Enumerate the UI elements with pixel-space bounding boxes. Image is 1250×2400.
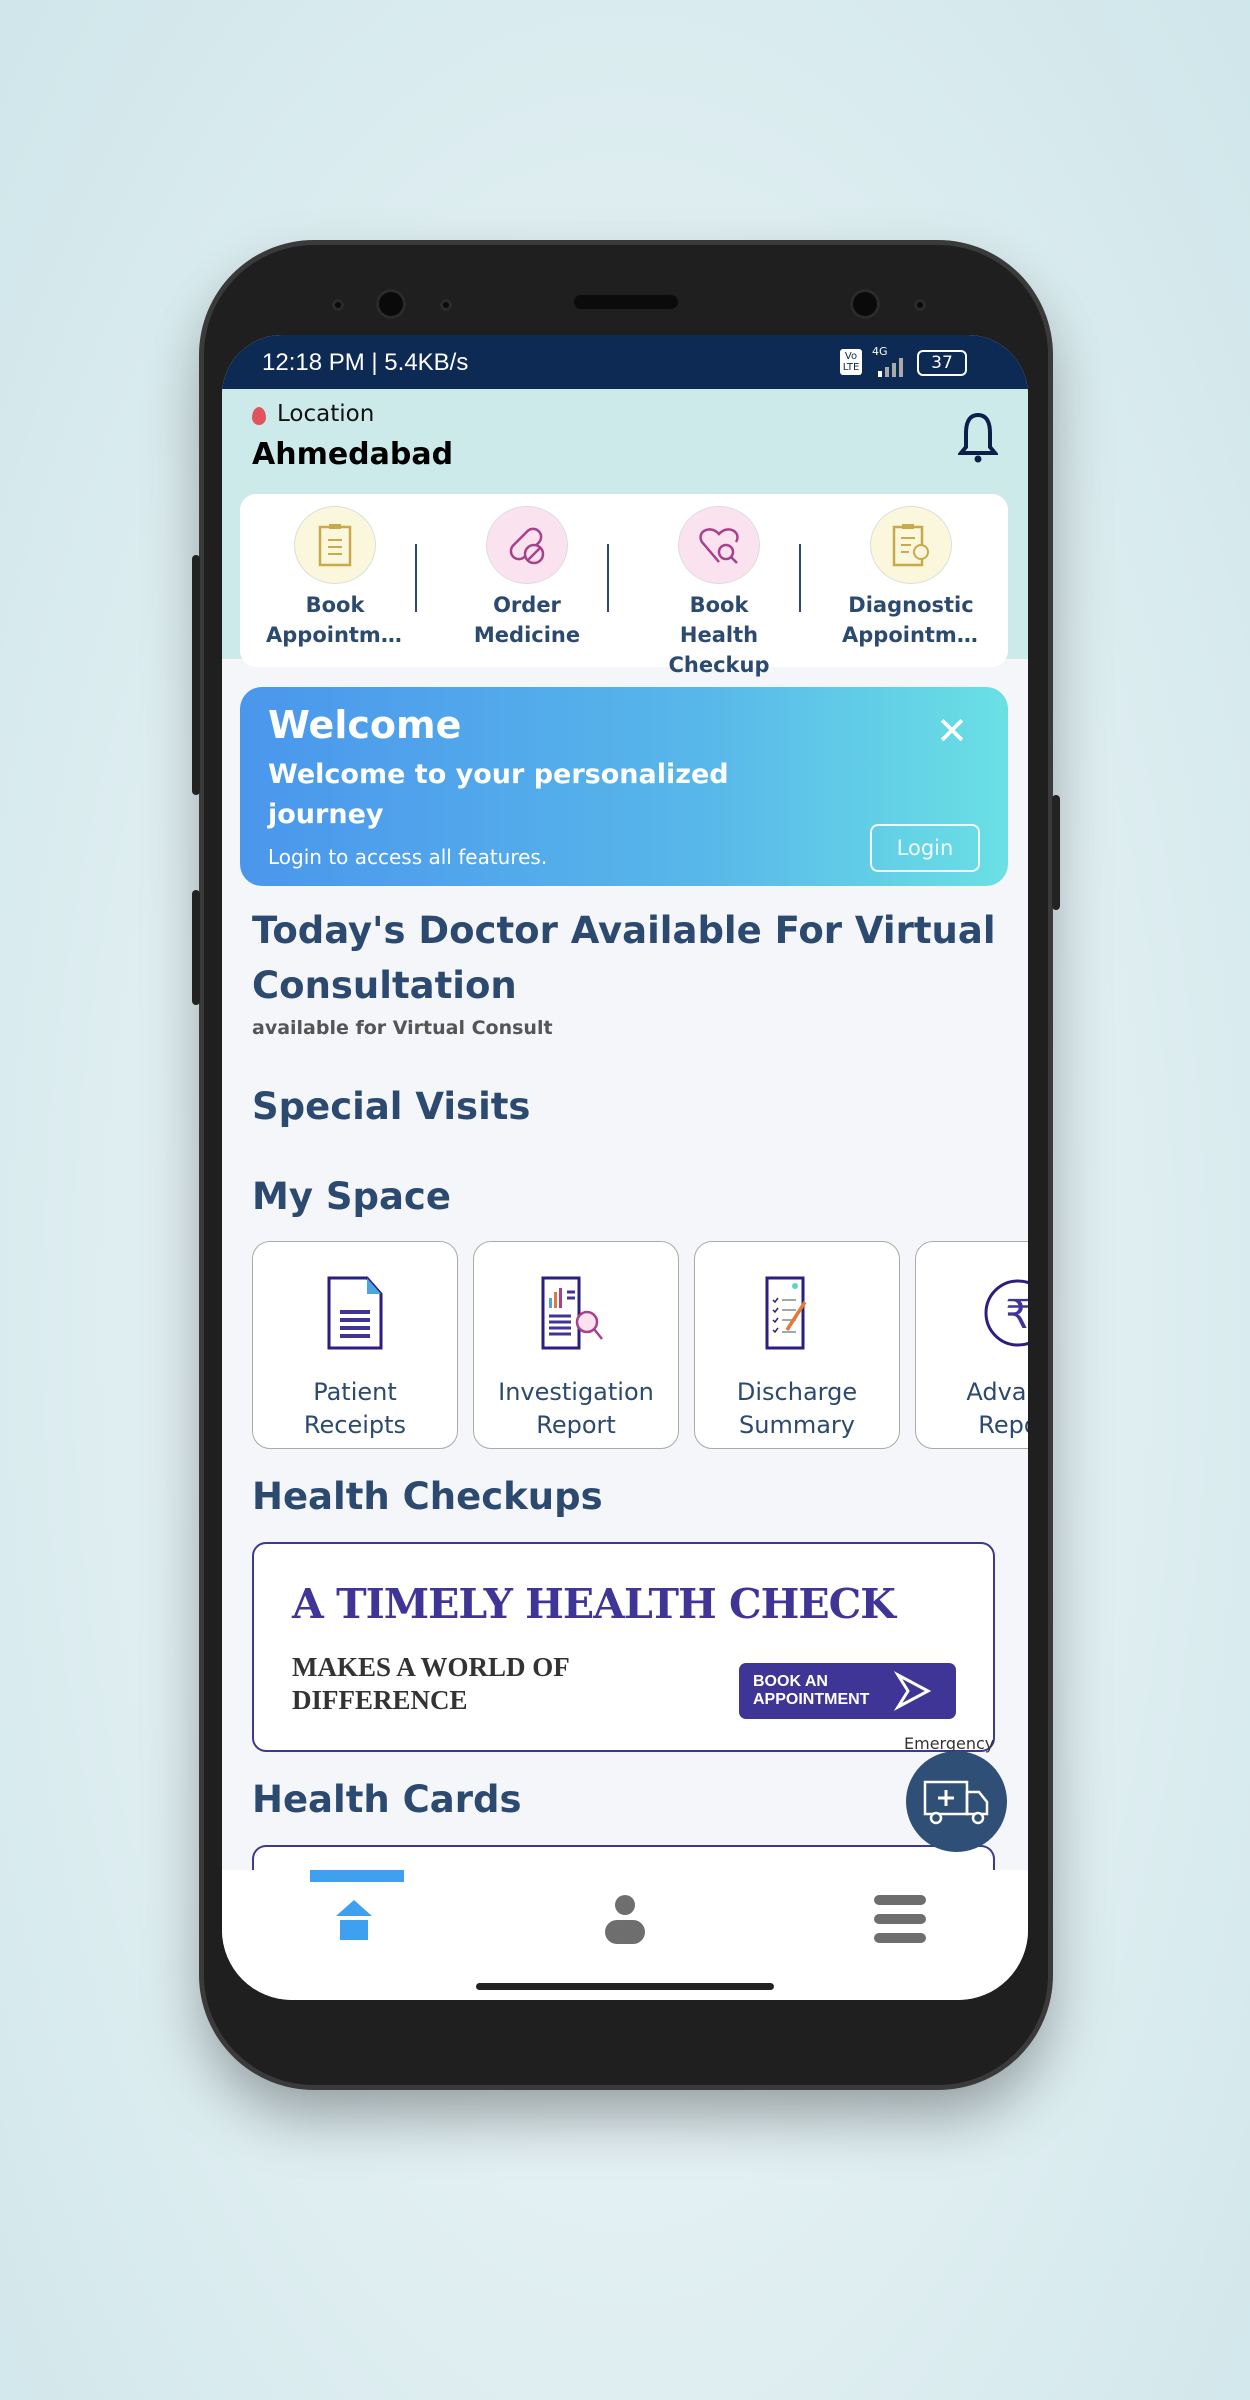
card-label: Patient Receipts xyxy=(253,1376,457,1442)
sensor xyxy=(332,299,344,311)
side-button xyxy=(192,890,200,1005)
battery-icon: 37 xyxy=(917,350,967,376)
phone-frame: 12:18 PM | 5.4KB/s Vo LTE 4G 37 Location… xyxy=(192,245,1060,2085)
active-tab-indicator xyxy=(310,1870,404,1882)
virtual-consult-title: Today's Doctor Available For Virtual Con… xyxy=(252,909,996,1007)
quick-book-health-checkup[interactable]: Book Health Checkup xyxy=(624,506,814,680)
welcome-title: Welcome xyxy=(268,703,462,747)
my-space-title: My Space xyxy=(252,1175,451,1218)
banner-tagline-line: MAKES A WORLD OF xyxy=(292,1652,570,1682)
divider xyxy=(415,544,417,612)
pills-icon xyxy=(486,506,568,584)
close-icon[interactable]: ✕ xyxy=(936,709,968,753)
banner-headline: A TIMELY HEALTH CHECK xyxy=(292,1580,896,1628)
quick-action-label: Book Appointme... xyxy=(266,593,410,647)
card-label-line: Receipts xyxy=(303,1411,407,1439)
heart-search-icon xyxy=(678,506,760,584)
quick-book-appointment[interactable]: Book Appointme... xyxy=(240,506,430,650)
special-visits-title: Special Visits xyxy=(252,1085,531,1128)
quick-actions-card: Book Appointme... Order Medicine Book He… xyxy=(240,494,1008,677)
arrow-right-icon xyxy=(894,1671,932,1711)
location-pin-icon xyxy=(252,407,266,425)
quick-action-label: Order Medicine xyxy=(473,593,581,647)
card-label: Investigation Report xyxy=(474,1376,678,1442)
card-label-line: Advance xyxy=(966,1378,1028,1406)
power-button xyxy=(1052,795,1060,910)
cta-line: APPOINTMENT xyxy=(753,1691,870,1708)
health-check-banner[interactable]: A TIMELY HEALTH CHECK MAKES A WORLD OF DI… xyxy=(252,1542,995,1752)
bottom-nav xyxy=(222,1870,1028,2000)
emergency-button[interactable] xyxy=(906,1751,1007,1852)
sensor xyxy=(914,299,926,311)
card-label-line: Summary xyxy=(739,1411,855,1439)
my-space-investigation-report[interactable]: Investigation Report xyxy=(473,1241,679,1449)
gesture-bar[interactable] xyxy=(476,1983,774,1990)
app-screen: 12:18 PM | 5.4KB/s Vo LTE 4G 37 Location… xyxy=(222,335,1028,2000)
volte-icon: Vo LTE xyxy=(840,349,862,375)
document-icon xyxy=(327,1276,383,1350)
card-label: Advance Report xyxy=(916,1376,1028,1442)
cta-line: BOOK AN xyxy=(753,1673,828,1690)
quick-action-label: Diagnostic Appointme... xyxy=(842,593,986,647)
home-icon[interactable] xyxy=(334,1898,374,1940)
camera xyxy=(850,289,880,319)
banner-tagline: MAKES A WORLD OF DIFFERENCE xyxy=(292,1651,570,1717)
speaker xyxy=(574,295,678,309)
card-label-line: Patient xyxy=(313,1378,397,1406)
login-button[interactable]: Login xyxy=(870,824,980,872)
card-label-line: Investigation xyxy=(498,1378,654,1406)
card-label-line: Report xyxy=(978,1411,1028,1439)
svg-text:₹: ₹ xyxy=(1005,1292,1028,1338)
welcome-subtitle: Welcome to your personalized journey xyxy=(268,759,729,830)
city-selector[interactable]: Ahmedabad xyxy=(252,437,453,472)
book-appointment-button[interactable]: BOOK AN APPOINTMENT xyxy=(739,1663,956,1719)
emergency-label: Emergency xyxy=(904,1734,995,1753)
volume-button xyxy=(192,555,200,795)
banner-tagline-line: DIFFERENCE xyxy=(292,1685,468,1715)
divider xyxy=(799,544,801,612)
my-space-patient-receipts[interactable]: Patient Receipts xyxy=(252,1241,458,1449)
quick-action-label: Book Health Checkup xyxy=(668,593,770,677)
welcome-note: Login to access all features. xyxy=(268,845,548,869)
status-time: 12:18 PM | 5.4KB/s xyxy=(262,349,469,376)
quick-order-medicine[interactable]: Order Medicine xyxy=(432,506,622,650)
clipboard-clock-icon xyxy=(870,506,952,584)
location-label[interactable]: Location xyxy=(277,401,374,427)
card-label: Discharge Summary xyxy=(695,1376,899,1442)
quick-diagnostic-appointment[interactable]: Diagnostic Appointme... xyxy=(816,506,1006,650)
battery-level: 37 xyxy=(931,353,953,373)
divider xyxy=(607,544,609,612)
health-cards-title: Health Cards xyxy=(252,1778,522,1821)
report-chart-icon xyxy=(541,1276,603,1350)
bell-icon[interactable] xyxy=(958,411,998,463)
clipboard-icon xyxy=(294,506,376,584)
sensor xyxy=(440,299,452,311)
signal-icon xyxy=(878,358,903,377)
profile-icon[interactable] xyxy=(604,1894,646,1944)
my-space-advance-report[interactable]: ₹ Advance Report xyxy=(915,1241,1028,1449)
virtual-consult-subtitle: available for Virtual Consult xyxy=(252,1017,553,1039)
card-label-line: Discharge xyxy=(736,1378,858,1406)
menu-icon[interactable] xyxy=(874,1894,926,1944)
health-checkups-title: Health Checkups xyxy=(252,1475,603,1518)
my-space-discharge-summary[interactable]: Discharge Summary xyxy=(694,1241,900,1449)
card-label-line: Report xyxy=(536,1411,616,1439)
checklist-icon xyxy=(765,1276,807,1350)
status-bar: 12:18 PM | 5.4KB/s Vo LTE 4G 37 xyxy=(222,335,1028,389)
welcome-banner: Welcome Welcome to your personalized jou… xyxy=(240,687,1008,886)
camera xyxy=(376,289,406,319)
rupee-icon: ₹ xyxy=(984,1279,1028,1347)
ambulance-icon xyxy=(923,1780,988,1824)
